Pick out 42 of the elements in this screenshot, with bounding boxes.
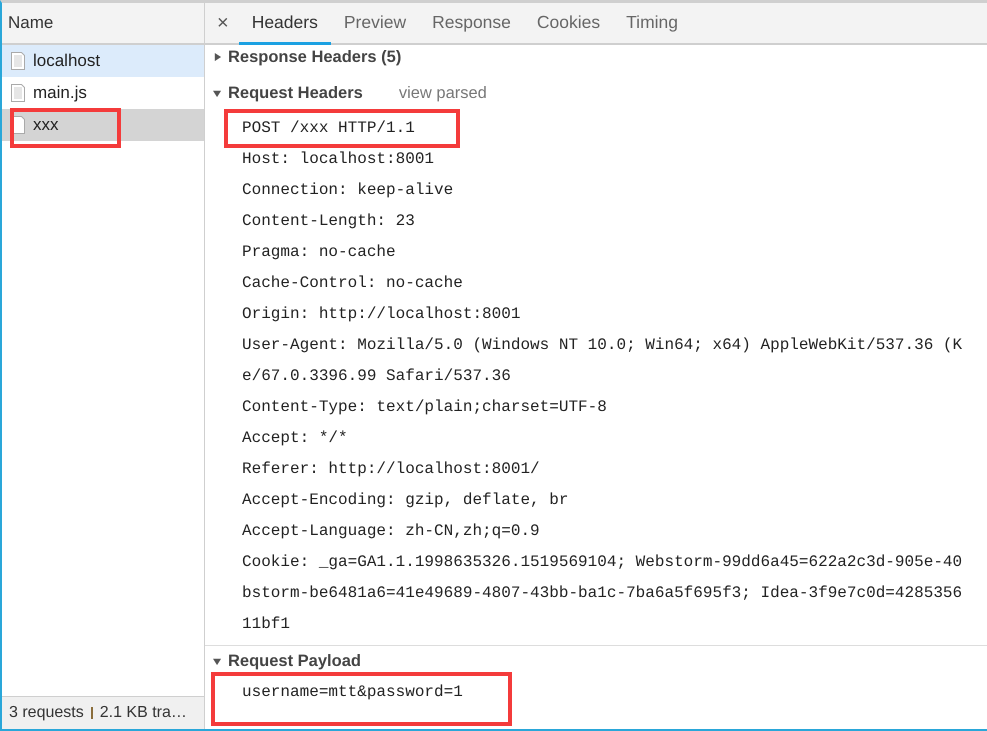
header-line: bstorm-be6481a6=41e49689-4807-43bb-ba1c-7ba6a5f695f3; Idea-3f9e7c0d=4285356 [242, 584, 962, 602]
header-line: e/67.0.3396.99 Safari/537.36 [242, 366, 511, 384]
request-name: xxx [33, 115, 58, 135]
header-line: Cache-Control: no-cache [242, 274, 463, 292]
header-line: Content-Type: text/plain;charset=UTF-8 [242, 398, 607, 416]
collapsed-triangle-icon[interactable] [213, 52, 222, 62]
request-row[interactable]: main.js [2, 77, 204, 109]
request-row[interactable]: xxx [2, 109, 204, 141]
header-line: Cookie: _ga=GA1.1.1998635326.1519569104; Webstorm-99dd6a45=622a2c3d-905e-40 [242, 552, 962, 570]
request-row[interactable]: localhost [2, 45, 204, 77]
header-line: 11bf1 [242, 614, 290, 632]
request-name: localhost [33, 51, 100, 71]
tab[interactable]: Preview [330, 3, 420, 45]
tab[interactable]: Response [419, 3, 524, 45]
view-parsed-link[interactable]: view parsed [398, 84, 487, 103]
expanded-triangle-icon[interactable] [213, 656, 222, 666]
document-icon [11, 84, 25, 102]
status-text: 3 requests [9, 704, 84, 722]
tab[interactable]: Headers [238, 3, 331, 45]
request-name: main.js [33, 83, 87, 103]
header-line: Accept-Encoding: gzip, deflate, br [242, 490, 568, 508]
header-line: Host: localhost:8001 [242, 150, 434, 168]
header-line: username=mtt&password=1 [242, 682, 463, 700]
close-icon[interactable]: × [217, 3, 239, 43]
document-icon [11, 52, 25, 70]
header-line: Accept: */* [242, 428, 348, 446]
section-title[interactable]: Request Payload [228, 652, 361, 670]
header-line: Content-Length: 23 [242, 212, 415, 230]
column-header[interactable]: Name [8, 13, 54, 33]
header-line: Accept-Language: zh-CN,zh;q=0.9 [242, 522, 540, 540]
header-line: Referer: http://localhost:8001/ [242, 460, 540, 478]
header-line: Pragma: no-cache [242, 242, 396, 260]
tab[interactable]: Timing [613, 3, 691, 45]
expanded-triangle-icon[interactable] [213, 89, 222, 98]
section-title[interactable]: Response Headers (5) [228, 48, 402, 66]
header-line: Origin: http://localhost:8001 [242, 304, 520, 322]
tab[interactable]: Cookies [524, 3, 614, 45]
status-text: 2.1 KB tra… [100, 704, 187, 722]
section-title[interactable]: Request Headers [228, 84, 363, 103]
header-line: User-Agent: Mozilla/5.0 (Windows NT 10.0; Win64; x64) AppleWebKit/537.36 (K [242, 336, 962, 354]
header-line: Connection: keep-alive [242, 180, 454, 198]
header-line: POST /xxx HTTP/1.1 [242, 118, 415, 136]
